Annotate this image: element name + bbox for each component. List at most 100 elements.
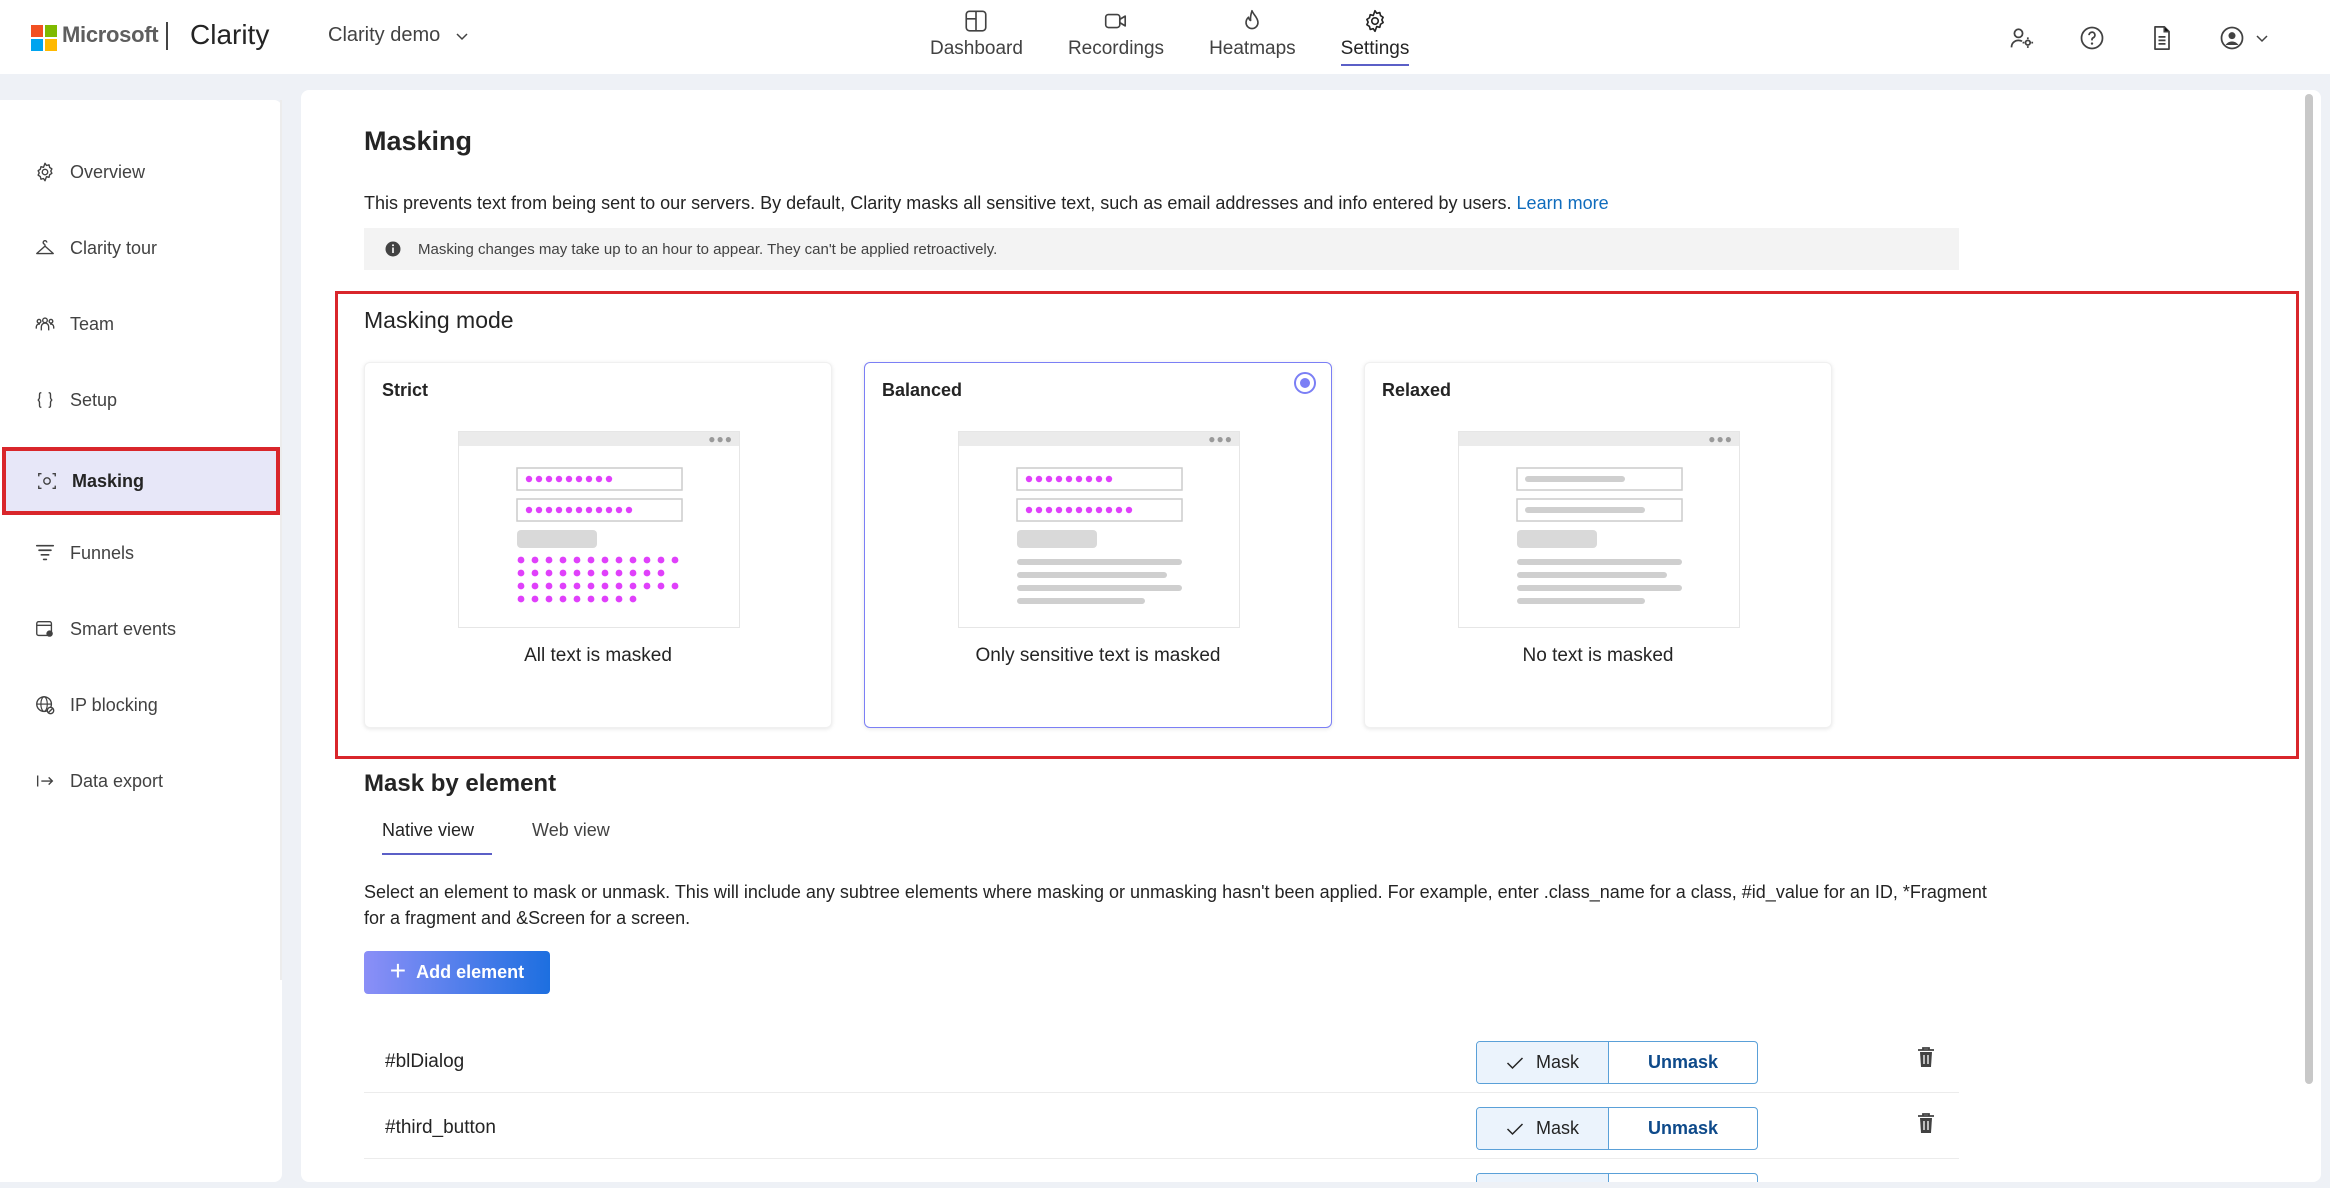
mask-toggle: Mask Unmask (1476, 1041, 1758, 1084)
page-description: This prevents text from being sent to ou… (364, 193, 1609, 214)
mask-label: Mask (1535, 1118, 1579, 1138)
globe-block-icon (36, 696, 55, 715)
nav-label: Dashboard (930, 38, 1023, 59)
mask-option[interactable] (1477, 1174, 1609, 1182)
sidebar-item-funnels[interactable]: Funnels (0, 519, 282, 587)
selected-radio[interactable] (1294, 372, 1316, 394)
mask-toggle: Mask Unmask (1476, 1107, 1758, 1150)
top-right-icons (2008, 24, 2270, 52)
element-selector: #third_button (385, 1117, 496, 1138)
sidebar-item-overview[interactable]: Overview (0, 138, 282, 206)
tab-native-view[interactable]: Native view (364, 810, 493, 855)
card-caption: All text is masked (524, 645, 672, 666)
account-icon (2220, 26, 2244, 50)
card-caption: No text is masked (1522, 645, 1674, 666)
braces-icon (37, 391, 53, 409)
nav-label: Settings (1340, 38, 1410, 59)
masking-card-relaxed[interactable]: Relaxed ●●● No text is masked (1364, 362, 1832, 728)
balanced-preview-illustration: ●●● (958, 431, 1240, 628)
nav-settings[interactable]: Settings (1340, 8, 1410, 66)
info-icon (385, 241, 401, 257)
sidebar-item-ip-blocking[interactable]: IP blocking (0, 671, 282, 739)
page-title: Masking (364, 126, 473, 156)
unmask-option[interactable]: Unmask (1609, 1042, 1757, 1083)
card-title: Balanced (882, 380, 963, 400)
export-icon (36, 775, 54, 787)
plus-icon: + (389, 955, 407, 986)
sidebar-item-label: Team (70, 313, 115, 334)
sidebar-item-label: Funnels (70, 542, 135, 563)
top-bar: Microsoft Clarity Clarity demo Dashboard… (0, 0, 2330, 74)
account-menu[interactable] (2218, 24, 2270, 52)
unmask-option[interactable]: Unmask (1609, 1108, 1757, 1149)
tab-web-view[interactable]: Web view (514, 810, 628, 855)
sidebar-item-label: Smart events (70, 618, 177, 639)
masking-card-strict[interactable]: Strict ●●● All text is masked (364, 362, 832, 728)
sidebar-item-label: IP blocking (70, 694, 158, 715)
card-title: Relaxed (1382, 380, 1452, 400)
flame-icon (1245, 9, 1260, 30)
sidebar-item-label: Overview (70, 161, 146, 182)
add-element-button[interactable]: + Add element (364, 951, 550, 994)
sidebar-item-clarity-tour[interactable]: Clarity tour (0, 214, 282, 282)
dashboard-icon (965, 10, 988, 32)
chevron-down-icon (456, 32, 468, 40)
card-caption: Only sensitive text is masked (975, 645, 1221, 666)
chevron-down-icon (2256, 35, 2268, 43)
sidebar-item-smart-events[interactable]: Smart events (0, 595, 282, 663)
nav-dashboard[interactable]: Dashboard (930, 8, 1023, 60)
relaxed-preview-illustration: ●●● (1458, 431, 1740, 628)
gear-icon (37, 162, 53, 182)
info-banner: Masking changes may take up to an hour t… (364, 228, 1959, 270)
main-scrollbar[interactable] (2305, 94, 2313, 1084)
main-panel: Masking This prevents text from being se… (301, 90, 2321, 1182)
sidebar-item-team[interactable]: Team (0, 290, 282, 358)
main-nav: Dashboard Recordings Heatmaps Settings (930, 8, 1410, 66)
sidebar-item-masking[interactable]: Masking (2, 447, 280, 515)
trash-icon[interactable] (1916, 1111, 1936, 1135)
people-settings-icon[interactable] (2008, 24, 2036, 52)
unmask-option[interactable] (1609, 1174, 1757, 1182)
mask-option[interactable]: Mask (1477, 1042, 1609, 1083)
learn-more-link[interactable]: Learn more (1517, 193, 1609, 213)
microsoft-logo-icon (31, 25, 57, 51)
masking-card-balanced[interactable]: Balanced ●●● Only sensitive text is mask… (864, 362, 1332, 728)
sidebar-item-label: Data export (70, 770, 164, 791)
nav-heatmaps[interactable]: Heatmaps (1209, 8, 1296, 60)
mask-label: Mask (1535, 1052, 1579, 1072)
strict-preview-illustration: ●●● (458, 431, 740, 628)
sidebar-item-data-export[interactable]: Data export (0, 747, 282, 815)
sidebar-item-setup[interactable]: Setup (0, 366, 282, 434)
mask-toggle (1476, 1173, 1758, 1182)
table-row: #third_button Mask Unmask (364, 1093, 1959, 1159)
checkmark-icon (1506, 1056, 1524, 1069)
nav-label: Heatmaps (1209, 38, 1296, 59)
mask-option[interactable]: Mask (1477, 1108, 1609, 1149)
nav-recordings[interactable]: Recordings (1068, 8, 1164, 60)
project-name: Clarity demo (328, 24, 441, 46)
sidebar-item-label: Clarity tour (70, 237, 158, 258)
sidebar-divider (280, 100, 282, 980)
masking-mode-title: Masking mode (364, 307, 514, 333)
gear-icon (1366, 9, 1384, 33)
brand-name[interactable]: Clarity (190, 19, 269, 51)
nav-label: Recordings (1067, 38, 1165, 59)
table-row: #blDialog Mask Unmask (364, 1027, 1959, 1093)
trash-icon[interactable] (1916, 1045, 1936, 1069)
project-selector[interactable]: Clarity demo (328, 24, 470, 47)
brand-divider (166, 22, 168, 50)
info-text: Masking changes may take up to an hour t… (418, 240, 998, 258)
help-icon[interactable] (2078, 24, 2106, 52)
view-tabs: Native view Web view (364, 810, 628, 855)
masking-icon (38, 472, 56, 490)
document-icon[interactable] (2148, 24, 2176, 52)
sidebar: Overview Clarity tour Team Setup Masking… (0, 100, 282, 1182)
hanger-icon (36, 240, 54, 255)
microsoft-wordmark: Microsoft (62, 22, 159, 47)
sidebar-item-label: Masking (72, 470, 145, 491)
team-icon (35, 317, 55, 331)
add-element-label: Add element (416, 962, 525, 982)
checkmark-icon (1506, 1122, 1524, 1135)
video-icon (1104, 13, 1127, 29)
element-selector: #blDialog (385, 1051, 465, 1072)
